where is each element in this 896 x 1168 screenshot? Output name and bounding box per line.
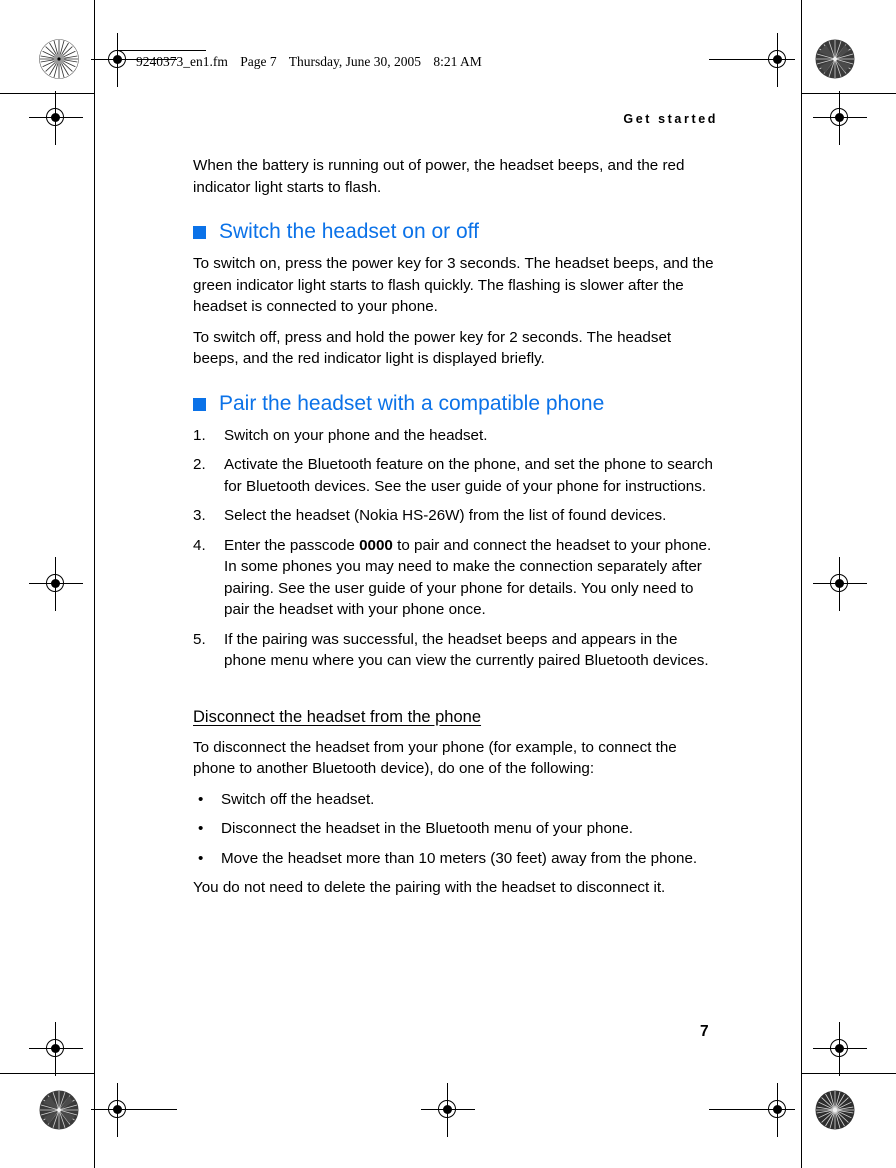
pairing-steps-list: 1. Switch on your phone and the headset.… <box>193 425 715 672</box>
step-number: 1. <box>193 426 206 444</box>
step-text: Switch on your phone and the headset. <box>224 426 488 444</box>
fm-date: Thursday, June 30, 2005 <box>288 54 421 69</box>
registration-core-icon <box>51 113 60 122</box>
registration-core-icon <box>835 113 844 122</box>
trim-line-right-vertical <box>801 0 802 1168</box>
bullet-text: Switch off the headset. <box>221 790 375 808</box>
list-item: 3. Select the headset (Nokia HS-26W) fro… <box>193 505 715 527</box>
registration-target-top-right <box>709 33 795 87</box>
list-item: • Disconnect the headset in the Bluetoot… <box>193 818 715 840</box>
rosette-pinwheel-icon <box>39 1090 79 1130</box>
rosette-mark-top-left <box>39 39 79 79</box>
trim-line-bottom-right-horizontal <box>801 1073 896 1074</box>
list-item: • Move the headset more than 10 meters (… <box>193 848 715 870</box>
list-item: 5. If the pairing was successful, the he… <box>193 629 715 672</box>
registration-core-icon <box>113 55 122 64</box>
page-number: 7 <box>700 1023 709 1040</box>
registration-target-bottom-right <box>709 1083 795 1137</box>
section-heading-switch-label: Switch the headset on or off <box>219 220 479 243</box>
bullet-text: Disconnect the headset in the Bluetooth … <box>221 820 634 837</box>
trim-line-top-right-horizontal <box>801 93 896 94</box>
fm-page: Page 7 <box>240 54 277 69</box>
bullet-icon: • <box>198 820 204 837</box>
subsection-heading-disconnect: Disconnect the headset from the phone <box>193 707 482 726</box>
registration-target-mid-right <box>813 557 867 611</box>
registration-core-icon <box>443 1105 452 1114</box>
rosette-mark-bottom-left <box>39 1090 79 1130</box>
rosette-mark-top-right <box>815 39 855 79</box>
intro-paragraph: When the battery is running out of power… <box>193 157 685 196</box>
rosette-pinwheel-icon <box>815 39 855 79</box>
registration-target-bottom-left <box>91 1083 177 1137</box>
registration-target-lower-left-margin <box>29 1022 83 1076</box>
trim-line-left-vertical <box>94 0 95 1168</box>
square-bullet-icon <box>193 397 206 411</box>
disconnect-options-list: • Switch off the headset. • Disconnect t… <box>193 789 715 870</box>
document-page: 9240373_en1.fm Page 7 Thursday, June 30,… <box>0 0 896 1168</box>
trim-line-bottom-left-horizontal <box>0 1073 95 1074</box>
list-item: 4. Enter the passcode 0000 to pair and c… <box>193 535 715 621</box>
registration-core-icon <box>51 579 60 588</box>
registration-target-top-left <box>91 33 177 87</box>
step-number: 3. <box>193 507 206 524</box>
disconnect-closing-paragraph: You do not need to delete the pairing wi… <box>193 879 666 896</box>
step-number: 4. <box>193 536 206 554</box>
subsection-heading-wrap: Disconnect the headset from the phone <box>193 680 715 737</box>
step-text: Select the headset (Nokia HS-26W) from t… <box>224 507 667 524</box>
running-head: Get started <box>623 112 718 126</box>
step-text-before: Enter the passcode <box>224 536 360 554</box>
disconnect-intro-paragraph: To disconnect the headset from your phon… <box>193 738 677 778</box>
registration-core-icon <box>835 1044 844 1053</box>
list-item: • Switch off the headset. <box>193 789 715 811</box>
registration-core-icon <box>51 1044 60 1053</box>
page-content: When the battery is running out of power… <box>193 155 715 908</box>
registration-target-upper-left-margin <box>29 91 83 145</box>
step-number: 2. <box>193 456 206 473</box>
switch-on-paragraph: To switch on, press the power key for 3 … <box>193 255 714 315</box>
trim-line-top-left-horizontal <box>0 93 95 94</box>
passcode-value: 0000 <box>359 536 393 554</box>
registration-core-icon <box>835 579 844 588</box>
registration-core-icon <box>773 55 782 64</box>
list-item: 1. Switch on your phone and the headset. <box>193 425 715 447</box>
step-number: 5. <box>193 630 206 648</box>
registration-core-icon <box>113 1105 122 1114</box>
step-text: If the pairing was successful, the heads… <box>224 630 709 670</box>
section-heading-switch: Switch the headset on or off <box>193 219 715 244</box>
fm-time: 8:21 AM <box>433 54 482 69</box>
rosette-mark-bottom-right <box>815 1090 855 1130</box>
list-item: 2. Activate the Bluetooth feature on the… <box>193 454 715 497</box>
square-bullet-icon <box>193 226 206 239</box>
bullet-icon: • <box>198 790 204 808</box>
registration-core-icon <box>773 1105 782 1114</box>
rosette-star-icon <box>39 39 79 79</box>
section-heading-pair: Pair the headset with a compatible phone <box>193 391 715 416</box>
bullet-text: Move the headset more than 10 meters (30… <box>221 849 698 867</box>
framemaker-print-header: 9240373_en1.fm Page 7 Thursday, June 30,… <box>136 54 482 70</box>
bullet-icon: • <box>198 849 204 867</box>
rosette-star-icon <box>815 1090 855 1130</box>
registration-target-upper-right-margin <box>813 91 867 145</box>
registration-target-mid-left <box>29 557 83 611</box>
fm-filename: 9240373_en1.fm <box>136 54 228 69</box>
switch-off-paragraph: To switch off, press and hold the power … <box>193 328 672 368</box>
step-text: Activate the Bluetooth feature on the ph… <box>224 456 713 495</box>
section-heading-pair-label: Pair the headset with a compatible phone <box>219 391 605 415</box>
registration-target-bottom-center <box>421 1083 475 1137</box>
crosshair-horizontal-icon <box>91 1109 177 1110</box>
registration-target-lower-right-margin <box>813 1022 867 1076</box>
